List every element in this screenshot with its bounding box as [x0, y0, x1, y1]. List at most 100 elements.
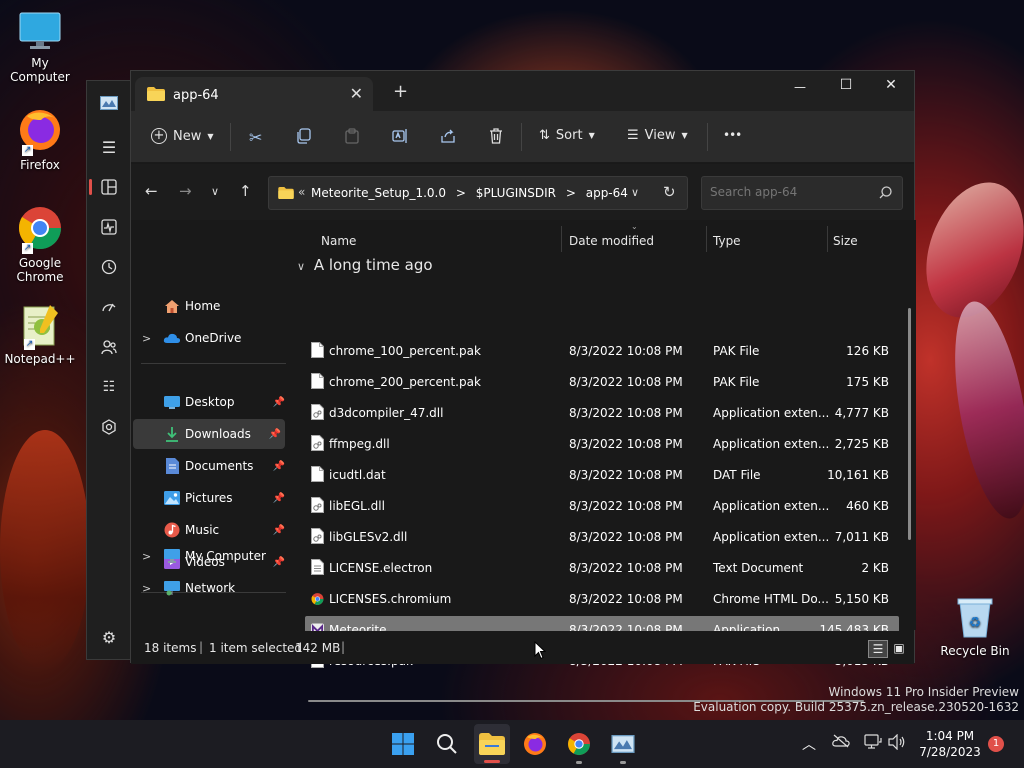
maximize-button[interactable]: ☐ [831, 77, 861, 93]
expand-chevron-icon[interactable]: > [142, 332, 151, 345]
file-row[interactable]: chrome_200_percent.pak 8/3/2022 10:08 PM P… [305, 368, 899, 395]
clock[interactable]: 1:04 PM 7/28/2023 [918, 728, 982, 760]
up-button[interactable]: ↑ [239, 182, 252, 200]
search-box[interactable] [701, 176, 903, 210]
pin-icon[interactable]: 📌 [273, 493, 285, 504]
rename-button[interactable] [392, 128, 408, 144]
nav-item-my-computer[interactable]: > My Computer [131, 541, 289, 571]
desktop-icon-my-computer[interactable]: My Computer [0, 10, 80, 84]
group-header[interactable]: ∨ A long time ago [297, 256, 433, 274]
chart-image-icon[interactable] [99, 93, 119, 113]
new-tab-button[interactable]: + [393, 81, 408, 102]
new-button[interactable]: + New ▼ [151, 128, 214, 144]
settings-gear-icon[interactable]: ⚙ [99, 627, 119, 647]
performance-icon[interactable] [99, 297, 119, 317]
file-row[interactable]: LICENSE.electron 8/3/2022 10:08 PM Text Do… [305, 554, 899, 581]
volume-icon[interactable] [888, 733, 906, 753]
breadcrumb-overflow[interactable]: « [298, 185, 305, 199]
search-taskbar-button[interactable] [432, 730, 462, 758]
notification-badge[interactable]: 1 [988, 736, 1004, 752]
copy-button[interactable] [296, 128, 312, 144]
forward-button[interactable]: → [179, 182, 192, 200]
column-header-name[interactable]: Name [321, 234, 356, 248]
details-list-icon[interactable]: ☷ [99, 377, 119, 397]
pin-icon[interactable]: 📌 [273, 525, 285, 536]
nav-item-downloads[interactable]: Downloads 📌 [133, 419, 285, 449]
close-window-button[interactable]: ✕ [876, 77, 906, 93]
refresh-icon[interactable]: ↻ [663, 183, 676, 201]
pin-icon[interactable]: 📌 [273, 397, 285, 408]
breadcrumb-item[interactable]: $PLUGINSDIR [476, 186, 556, 200]
activity-monitor-icon[interactable] [99, 217, 119, 237]
firefox-taskbar-button[interactable] [520, 730, 550, 758]
file-row[interactable]: ffmpeg.dll 8/3/2022 10:08 PM Application e… [305, 430, 899, 457]
nav-item-desktop[interactable]: Desktop 📌 [131, 387, 289, 417]
desktop-icon-firefox[interactable]: ↗ Firefox [0, 104, 80, 172]
hamburger-menu-icon[interactable]: ☰ [99, 137, 119, 157]
layout-panels-icon[interactable] [99, 177, 119, 197]
breadcrumb-item[interactable]: app-64 [586, 186, 628, 200]
breadcrumb-item[interactable]: Meteorite_Setup_1.0.0 [311, 186, 446, 200]
tab-close-button[interactable]: ✕ [350, 84, 363, 103]
file-row[interactable]: d3dcompiler_47.dll 8/3/2022 10:08 PM Appli… [305, 399, 899, 426]
users-icon[interactable] [99, 337, 119, 357]
desktop-icon-recycle-bin[interactable]: ♻ Recycle Bin [935, 594, 1015, 658]
nav-item-network[interactable]: > Network [131, 573, 289, 603]
more-options-button[interactable]: ••• [723, 128, 742, 142]
file-row[interactable]: icudtl.dat 8/3/2022 10:08 PM DAT File 10,16… [305, 461, 899, 488]
view-button[interactable]: ☰ View ▼ [627, 128, 688, 143]
recent-locations-button[interactable]: ∨ [211, 185, 219, 198]
start-button[interactable] [388, 730, 418, 758]
wallpaper-shape [0, 430, 90, 670]
file-row[interactable]: chrome_100_percent.pak 8/3/2022 10:08 PM P… [305, 337, 899, 364]
file-explorer-taskbar-button[interactable] [474, 724, 510, 764]
system-monitor-taskbar-button[interactable] [608, 730, 638, 764]
chart-image-icon [611, 735, 635, 753]
column-divider[interactable] [827, 226, 828, 252]
nav-item-pictures[interactable]: Pictures 📌 [131, 483, 289, 513]
pin-icon[interactable]: 📌 [273, 461, 285, 472]
file-row[interactable]: LICENSES.chromium 8/3/2022 10:08 PM Chrome… [305, 585, 899, 612]
column-header-type[interactable]: Type [713, 234, 741, 248]
nav-item-home[interactable]: Home [131, 291, 289, 321]
file-row[interactable]: libEGL.dll 8/3/2022 10:08 PM Application e… [305, 492, 899, 519]
delete-button[interactable] [488, 128, 504, 144]
breadcrumb-separator[interactable]: > [456, 186, 466, 200]
breadcrumb-separator[interactable]: > [566, 186, 576, 200]
expand-chevron-icon[interactable]: > [142, 582, 151, 595]
expand-chevron-icon[interactable]: > [142, 550, 151, 563]
pin-icon[interactable]: 📌 [269, 429, 281, 440]
column-header-date[interactable]: Date modified [569, 234, 654, 248]
desktop-icon-chrome[interactable]: ↗ Google Chrome [0, 204, 80, 284]
file-row[interactable]: libGLESv2.dll 8/3/2022 10:08 PM Applicatio… [305, 523, 899, 550]
file-date: 8/3/2022 10:08 PM [569, 468, 683, 482]
details-view-button[interactable]: ☰ [868, 640, 888, 658]
share-button[interactable] [440, 128, 456, 144]
minimize-button[interactable]: — [785, 80, 815, 94]
address-dropdown-icon[interactable]: ∨ [631, 186, 639, 199]
chrome-taskbar-button[interactable] [564, 730, 594, 764]
column-divider[interactable] [706, 226, 707, 252]
desktop-icon-notepad-plus-plus[interactable]: ↗ Notepad++ [0, 302, 80, 366]
onedrive-offline-icon[interactable] [832, 734, 850, 751]
vertical-scrollbar[interactable] [908, 308, 911, 540]
sort-button[interactable]: ⇅ Sort ▼ [539, 128, 595, 143]
nav-item-onedrive[interactable]: > OneDrive [131, 323, 289, 353]
services-icon[interactable] [99, 417, 119, 437]
history-icon[interactable] [99, 257, 119, 277]
plus-circle-icon: + [151, 128, 167, 144]
column-header-size[interactable]: Size [833, 234, 858, 248]
address-bar[interactable]: « Meteorite_Setup_1.0.0 > $PLUGINSDIR > … [268, 176, 688, 210]
back-button[interactable]: ← [145, 182, 158, 200]
search-input[interactable] [710, 185, 870, 199]
network-status-icon[interactable] [864, 734, 882, 753]
tab-app-64[interactable]: app-64 ✕ [135, 77, 373, 111]
tiles-view-button[interactable]: ▣ [890, 640, 908, 658]
cut-button[interactable]: ✂ [249, 128, 262, 147]
paste-button[interactable] [344, 128, 360, 144]
windows-logo-icon [392, 733, 414, 755]
clock-date: 7/28/2023 [919, 745, 981, 759]
column-divider[interactable] [561, 226, 562, 252]
nav-item-documents[interactable]: Documents 📌 [131, 451, 289, 481]
show-hidden-icons-button[interactable]: ︿ [802, 734, 816, 754]
